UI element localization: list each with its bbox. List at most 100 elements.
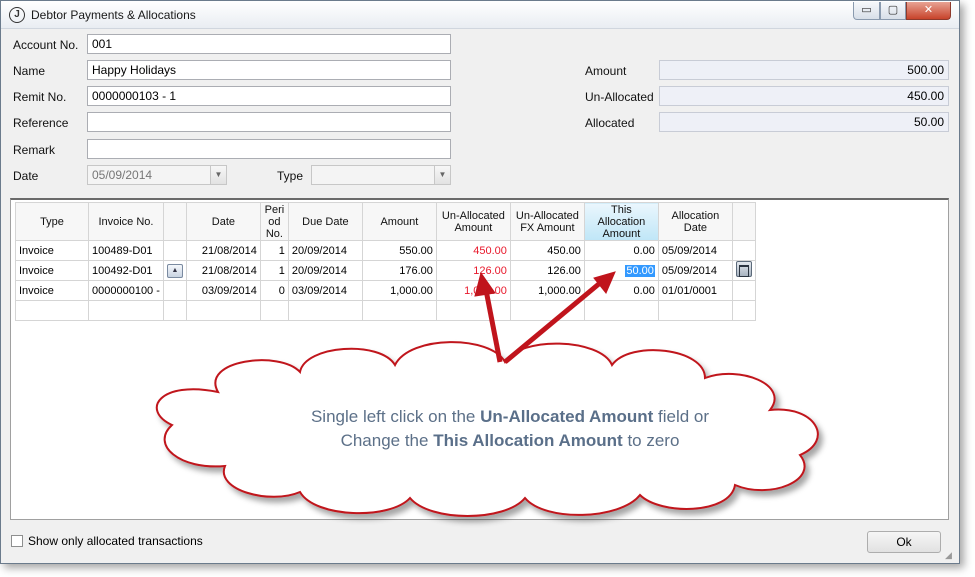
amount-value: 500.00 bbox=[659, 60, 949, 80]
cell-invoice[interactable]: 0000000100 - bbox=[88, 280, 164, 301]
cell-empty[interactable] bbox=[88, 300, 164, 321]
col-header-amount[interactable]: Amount bbox=[361, 202, 437, 241]
cell-due-date[interactable]: 20/09/2014 bbox=[287, 240, 363, 261]
cell-actions bbox=[731, 280, 756, 301]
cell-invoice[interactable]: 100489-D01 bbox=[88, 240, 164, 261]
cell-empty[interactable] bbox=[657, 300, 733, 321]
col-header-period[interactable]: Peri od No. bbox=[259, 202, 289, 241]
table-row[interactable]: Invoice 100492-D01 ▲ 21/08/2014 1 20/09/… bbox=[15, 260, 756, 281]
cell-this-allocation-editing[interactable]: 50.00 bbox=[583, 260, 659, 281]
date-value: 05/09/2014 bbox=[92, 168, 153, 182]
cell-date[interactable]: 21/08/2014 bbox=[185, 260, 261, 281]
ok-button[interactable]: Ok bbox=[867, 531, 941, 553]
close-button[interactable]: ✕ bbox=[906, 2, 951, 20]
account-no-label: Account No. bbox=[13, 38, 79, 52]
cell-unallocated[interactable]: 450.00 bbox=[435, 240, 511, 261]
remark-field[interactable] bbox=[87, 139, 451, 159]
cell-allocation-date[interactable]: 05/09/2014 bbox=[657, 240, 733, 261]
cell-expand bbox=[162, 240, 187, 261]
allocated-label: Allocated bbox=[585, 116, 635, 130]
cell-amount[interactable]: 1,000.00 bbox=[361, 280, 437, 301]
type-combo[interactable]: ▼ bbox=[311, 165, 451, 185]
cell-type[interactable]: Invoice bbox=[15, 240, 89, 261]
cell-this-allocation[interactable]: 0.00 bbox=[583, 280, 659, 301]
cell-empty bbox=[731, 300, 756, 321]
minimize-button[interactable]: ▭ bbox=[853, 2, 880, 20]
cell-unallocated[interactable]: 126.00 bbox=[435, 260, 511, 281]
cell-date[interactable]: 03/09/2014 bbox=[185, 280, 261, 301]
callout-line-2-pre: Change the bbox=[340, 431, 434, 450]
cell-empty[interactable] bbox=[361, 300, 437, 321]
date-combo[interactable]: 05/09/2014 ▼ bbox=[87, 165, 227, 185]
reference-field[interactable] bbox=[87, 112, 451, 132]
cell-type[interactable]: Invoice bbox=[15, 260, 89, 281]
name-label: Name bbox=[13, 64, 46, 78]
cell-empty[interactable] bbox=[583, 300, 659, 321]
cell-unallocated[interactable]: 1,000.00 bbox=[435, 280, 511, 301]
cell-type[interactable]: Invoice bbox=[15, 280, 89, 301]
cell-empty bbox=[162, 300, 187, 321]
unallocated-label: Un-Allocated bbox=[585, 90, 654, 104]
cell-period[interactable]: 1 bbox=[259, 240, 289, 261]
maximize-button[interactable]: ▢ bbox=[880, 2, 906, 20]
chevron-down-icon[interactable]: ▼ bbox=[210, 166, 226, 184]
callout-line-2: Change the This Allocation Amount to zer… bbox=[190, 429, 830, 453]
cell-this-allocation[interactable]: 0.00 bbox=[583, 240, 659, 261]
account-no-field[interactable]: 001 bbox=[87, 34, 451, 54]
col-header-unallocated[interactable]: Un-Allocated Amount bbox=[435, 202, 511, 241]
cell-allocation-date[interactable]: 01/01/0001 bbox=[657, 280, 733, 301]
cell-amount[interactable]: 550.00 bbox=[361, 240, 437, 261]
title-bar[interactable]: J Debtor Payments & Allocations ▭ ▢ ✕ bbox=[1, 1, 959, 29]
cell-empty[interactable] bbox=[259, 300, 289, 321]
cell-expand[interactable]: ▲ bbox=[162, 260, 187, 281]
unallocated-value: 450.00 bbox=[659, 86, 949, 106]
show-allocated-checkbox[interactable] bbox=[11, 535, 23, 547]
cell-expand bbox=[162, 280, 187, 301]
chevron-up-icon[interactable]: ▲ bbox=[166, 264, 183, 278]
cell-unallocated-fx[interactable]: 1,000.00 bbox=[509, 280, 585, 301]
resize-grip-icon[interactable]: ◢ bbox=[945, 549, 957, 561]
name-field[interactable]: Happy Holidays bbox=[87, 60, 451, 80]
col-header-actions bbox=[731, 202, 756, 241]
cell-unallocated-fx[interactable]: 126.00 bbox=[509, 260, 585, 281]
callout-line-1: Single left click on the Un-Allocated Am… bbox=[190, 405, 830, 429]
col-header-unallocated-fx[interactable]: Un-Allocated FX Amount bbox=[509, 202, 585, 241]
cell-empty[interactable] bbox=[185, 300, 261, 321]
cell-period[interactable]: 1 bbox=[259, 260, 289, 281]
app-logo-icon: J bbox=[9, 7, 25, 23]
col-header-this-allocation[interactable]: This Allocation Amount bbox=[583, 202, 659, 241]
cell-due-date[interactable]: 20/09/2014 bbox=[287, 260, 363, 281]
delete-icon[interactable] bbox=[735, 261, 752, 277]
reference-label: Reference bbox=[13, 116, 69, 130]
table-row-new[interactable] bbox=[15, 300, 756, 321]
selected-allocation-text[interactable]: 50.00 bbox=[625, 264, 655, 277]
col-header-allocation-date[interactable]: Allocation Date bbox=[657, 202, 733, 241]
cell-empty[interactable] bbox=[509, 300, 585, 321]
cell-empty[interactable] bbox=[287, 300, 363, 321]
callout-line-1-bold: Un-Allocated Amount bbox=[480, 407, 654, 426]
callout-line-2-bold: This Allocation Amount bbox=[433, 431, 623, 450]
cell-date[interactable]: 21/08/2014 bbox=[185, 240, 261, 261]
cell-allocation-date[interactable]: 05/09/2014 bbox=[657, 260, 733, 281]
cell-empty[interactable] bbox=[435, 300, 511, 321]
cell-actions bbox=[731, 240, 756, 261]
cell-invoice[interactable]: 100492-D01 bbox=[88, 260, 164, 281]
col-header-invoice[interactable]: Invoice No. bbox=[88, 202, 164, 241]
col-header-type[interactable]: Type bbox=[15, 202, 89, 241]
cell-period[interactable]: 0 bbox=[259, 280, 289, 301]
allocation-table: Type Invoice No. Date Peri od No. Due Da… bbox=[15, 202, 756, 321]
chevron-down-icon[interactable]: ▼ bbox=[434, 166, 450, 184]
cell-unallocated-fx[interactable]: 450.00 bbox=[509, 240, 585, 261]
table-row[interactable]: Invoice 100489-D01 21/08/2014 1 20/09/20… bbox=[15, 240, 756, 261]
callout-line-1-post: field or bbox=[653, 407, 710, 426]
col-header-due-date[interactable]: Due Date bbox=[287, 202, 363, 241]
table-row[interactable]: Invoice 0000000100 - 03/09/2014 0 03/09/… bbox=[15, 280, 756, 301]
cell-amount[interactable]: 176.00 bbox=[361, 260, 437, 281]
remit-no-field[interactable]: 0000000103 - 1 bbox=[87, 86, 451, 106]
cell-actions[interactable] bbox=[731, 260, 756, 281]
cell-empty[interactable] bbox=[15, 300, 89, 321]
cell-due-date[interactable]: 03/09/2014 bbox=[287, 280, 363, 301]
col-header-date[interactable]: Date bbox=[185, 202, 261, 241]
amount-label: Amount bbox=[585, 64, 627, 78]
remark-label: Remark bbox=[13, 143, 56, 157]
